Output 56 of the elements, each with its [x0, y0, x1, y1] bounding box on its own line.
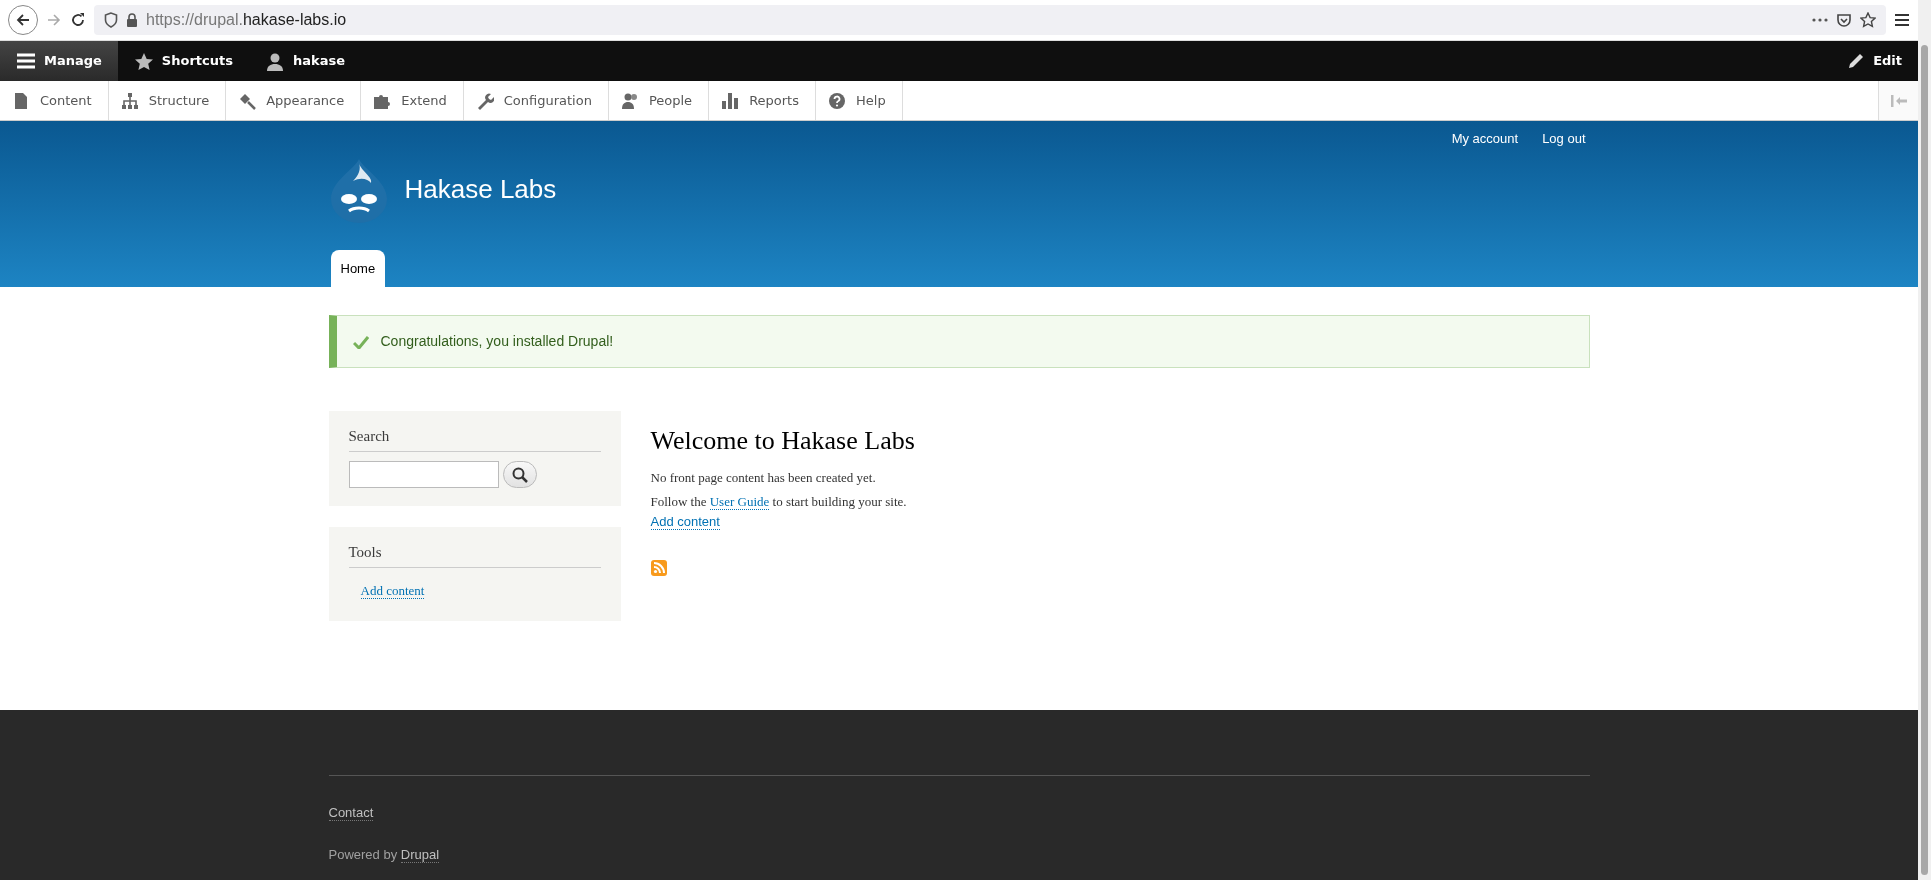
body-text: Follow the User Guide to start building your site. [650, 492, 908, 512]
checkmark-icon [352, 334, 369, 349]
powered-by-text: Powered by Drupal [328, 845, 441, 864]
url-text: https://drupal.hakase-labs.io [146, 10, 347, 30]
search-button[interactable] [502, 461, 537, 488]
pencil-icon [1847, 52, 1866, 70]
site-name[interactable]: Hakase Labs [404, 170, 557, 209]
tray-link[interactable]: Help [816, 81, 903, 120]
lock-icon [126, 12, 138, 28]
page-title: Welcome to Hakase Labs [650, 425, 915, 457]
tray-link[interactable]: Structure [108, 81, 227, 120]
collapse-icon [1889, 93, 1908, 108]
help-icon [828, 91, 846, 110]
document-icon [12, 91, 30, 110]
reload-icon [70, 12, 86, 28]
tray-link[interactable]: Reports [709, 81, 816, 120]
account-link[interactable]: My account [1451, 129, 1519, 149]
tools-link[interactable]: Add content [360, 583, 425, 599]
edit-button[interactable]: Edit [1831, 41, 1918, 81]
search-field[interactable] [348, 461, 499, 488]
address-bar[interactable]: https://drupal.hakase-labs.io [94, 5, 1886, 35]
bar-chart-icon [721, 91, 740, 110]
toolbar-tab[interactable]: Manage [0, 41, 118, 81]
add-content-link[interactable]: Add content [650, 514, 720, 531]
search-icon [511, 466, 528, 483]
message-text: Congratulations, you installed Drupal! [380, 332, 614, 351]
tray-link[interactable]: Appearance [226, 81, 362, 120]
toolbar-tab[interactable]: Shortcuts [117, 41, 249, 81]
menu-icon[interactable] [1894, 13, 1910, 27]
block-title: Tools [348, 543, 601, 568]
nav-tab[interactable]: Home [330, 249, 386, 287]
account-link[interactable]: Log out [1542, 129, 1586, 149]
shield-icon [104, 12, 118, 28]
hammer-icon [238, 91, 257, 110]
back-arrow-icon [15, 12, 31, 28]
star-icon [133, 51, 154, 71]
menu-icon [16, 51, 36, 71]
body-text: No front page content has been created yet. [650, 469, 877, 488]
star-icon[interactable] [1860, 12, 1876, 28]
toolbar-tab[interactable]: hakase [248, 41, 361, 81]
forward-arrow-icon [46, 12, 62, 28]
more-icon[interactable] [1812, 18, 1828, 22]
hierarchy-icon [120, 91, 139, 110]
footer-link[interactable]: Contact [328, 804, 374, 821]
tray-link[interactable]: Configuration [463, 81, 609, 120]
reload-button[interactable] [70, 12, 86, 28]
people-icon [620, 91, 639, 110]
pocket-icon[interactable] [1836, 12, 1852, 28]
scrollbar[interactable] [1918, 0, 1931, 880]
tray-link[interactable]: Content [0, 81, 109, 120]
drupal-link[interactable]: Drupal [400, 846, 440, 863]
user-guide-link[interactable]: User Guide [709, 493, 770, 510]
person-icon [264, 51, 285, 71]
tray-link[interactable]: People [608, 81, 710, 120]
tray-link[interactable]: Extend [361, 81, 464, 120]
block-title: Search [348, 427, 601, 452]
